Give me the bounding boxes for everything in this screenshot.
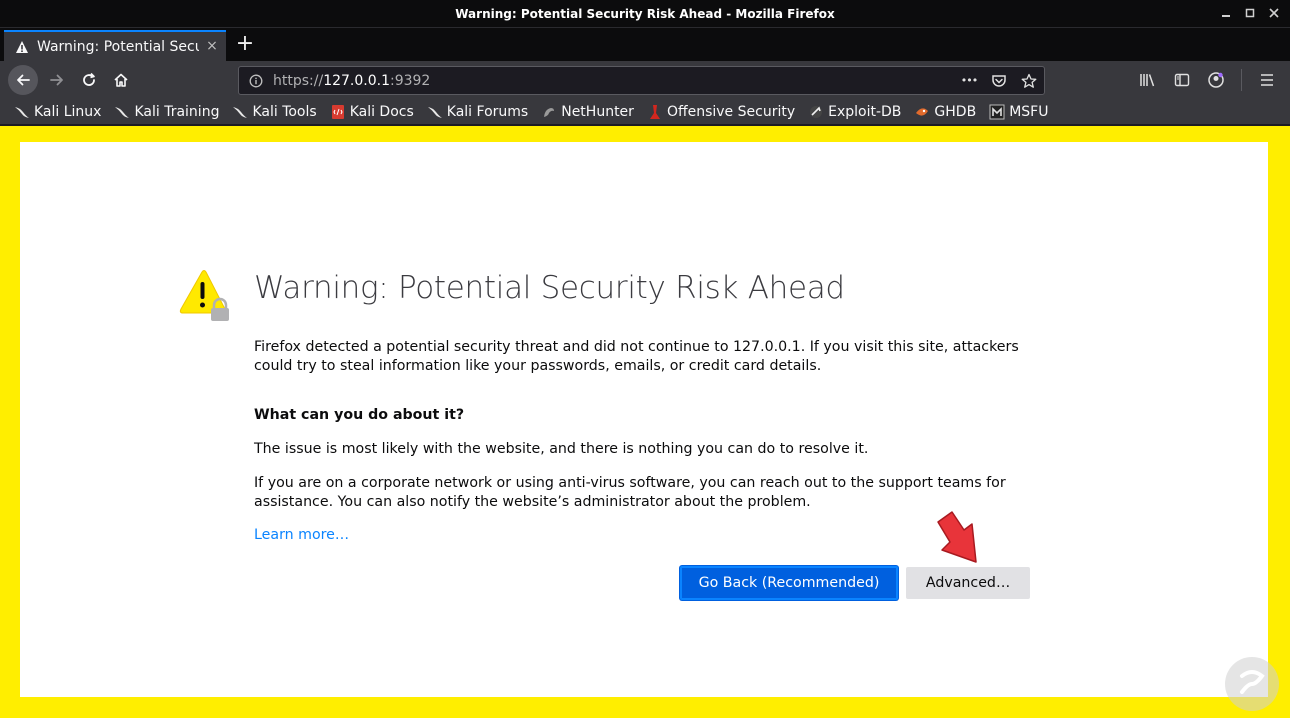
kali-dragon-icon — [14, 104, 30, 120]
hamburger-menu-icon[interactable] — [1252, 65, 1282, 95]
reload-icon — [83, 72, 95, 86]
forward-arrow-icon — [50, 74, 63, 86]
learn-more-link[interactable]: Learn more… — [254, 527, 349, 543]
reload-button[interactable] — [74, 65, 104, 95]
url-port: :9392 — [389, 72, 431, 89]
sidebar-icon[interactable] — [1167, 65, 1197, 95]
pointer-arrow-icon — [937, 511, 977, 563]
bookmark-kali-tools[interactable]: Kali Tools — [232, 103, 317, 120]
toolbar-right — [1133, 65, 1282, 95]
page-actions-icon[interactable]: ••• — [958, 70, 980, 92]
account-icon[interactable] — [1201, 65, 1231, 95]
bookmark-label: MSFU — [1009, 103, 1049, 120]
bookmark-star-icon[interactable] — [1018, 70, 1040, 92]
maximize-icon[interactable] — [1240, 4, 1260, 22]
bookmark-label: Offensive Security — [666, 103, 796, 120]
window-controls — [1216, 4, 1284, 22]
bookmark-label: Kali Tools — [252, 103, 317, 120]
toolbar-separator — [1241, 69, 1242, 91]
tab-close-icon[interactable]: × — [205, 39, 219, 53]
bookmark-kali-docs[interactable]: Kali Docs — [330, 104, 414, 120]
intro-text: Firefox detected a potential security th… — [254, 339, 1019, 374]
window-title: Warning: Potential Security Risk Ahead -… — [455, 6, 835, 21]
kali-dragon-icon — [232, 104, 248, 120]
window-titlebar: Warning: Potential Security Risk Ahead -… — [0, 0, 1290, 27]
highlight-frame: Warning: Potential Security Risk Ahead F… — [0, 126, 1290, 718]
msfu-icon — [989, 104, 1005, 120]
url-actions: ••• — [958, 69, 1040, 92]
back-button[interactable] — [8, 65, 38, 95]
bookmark-ghdb[interactable]: GHDB — [914, 104, 976, 120]
minimize-icon[interactable] — [1216, 4, 1236, 22]
bookmark-exploit-db[interactable]: Exploit-DB — [808, 104, 901, 120]
advanced-button[interactable]: Advanced… — [906, 567, 1030, 599]
bookmark-nethunter[interactable]: NetHunter — [541, 104, 634, 120]
bookmark-offensive-security[interactable]: Offensive Security — [647, 104, 795, 120]
site-info-icon[interactable] — [239, 67, 273, 94]
tab-active[interactable]: Warning: Potential Security Risk Ahead × — [4, 30, 226, 61]
home-button[interactable] — [106, 65, 136, 95]
bookmark-label: Kali Training — [134, 103, 220, 120]
warning-icon — [14, 39, 30, 55]
tab-title: Warning: Potential Security Risk Ahead — [37, 38, 199, 55]
what-can-you-do-heading: What can you do about it? — [254, 407, 465, 423]
security-warning-icon — [179, 269, 235, 325]
ghdb-icon — [914, 104, 930, 120]
url-scheme: https:// — [273, 72, 324, 89]
bookmark-label: Exploit-DB — [828, 103, 902, 120]
bookmark-label: NetHunter — [561, 103, 634, 120]
home-icon — [114, 73, 128, 87]
new-tab-button[interactable]: + — [233, 32, 257, 56]
pocket-icon[interactable] — [988, 70, 1010, 92]
nethunter-icon — [541, 104, 557, 120]
bookmark-kali-linux[interactable]: Kali Linux — [14, 104, 101, 120]
exploitdb-icon — [808, 104, 824, 120]
go-back-button[interactable]: Go Back (Recommended) — [680, 566, 898, 600]
error-page: Warning: Potential Security Risk Ahead F… — [20, 142, 1268, 697]
url-text: https://127.0.0.1:9392 — [273, 73, 430, 89]
bookmark-msfu[interactable]: MSFU — [989, 104, 1048, 120]
forward-button[interactable] — [42, 65, 72, 95]
library-icon[interactable] — [1133, 65, 1163, 95]
close-icon[interactable] — [1264, 4, 1284, 22]
issue-text: The issue is most likely with the websit… — [254, 441, 869, 457]
kali-dragon-icon — [114, 104, 130, 120]
bookmark-kali-forums[interactable]: Kali Forums — [427, 104, 528, 120]
back-arrow-icon — [17, 74, 30, 86]
bookmark-label: Kali Forums — [446, 103, 529, 120]
kali-dragon-icon — [427, 104, 443, 120]
bookmark-kali-training[interactable]: Kali Training — [114, 104, 219, 120]
bookmark-label: Kali Docs — [349, 103, 414, 120]
bookmark-label: GHDB — [934, 103, 977, 120]
navigation-toolbar: https://127.0.0.1:9392 ••• — [0, 61, 1290, 99]
url-bar[interactable]: https://127.0.0.1:9392 ••• — [238, 66, 1045, 95]
offsec-icon — [647, 104, 663, 120]
bookmarks-toolbar: Kali Linux Kali Training Kali Tools Kali… — [0, 99, 1290, 125]
page-title: Warning: Potential Security Risk Ahead — [254, 270, 845, 306]
url-host: 127.0.0.1 — [323, 72, 390, 89]
kali-docs-icon — [330, 104, 346, 120]
tab-strip: Warning: Potential Security Risk Ahead ×… — [0, 27, 1290, 61]
watermark-logo-icon — [1225, 657, 1279, 711]
bookmark-label: Kali Linux — [34, 103, 102, 120]
corporate-text: If you are on a corporate network or usi… — [254, 475, 1006, 510]
